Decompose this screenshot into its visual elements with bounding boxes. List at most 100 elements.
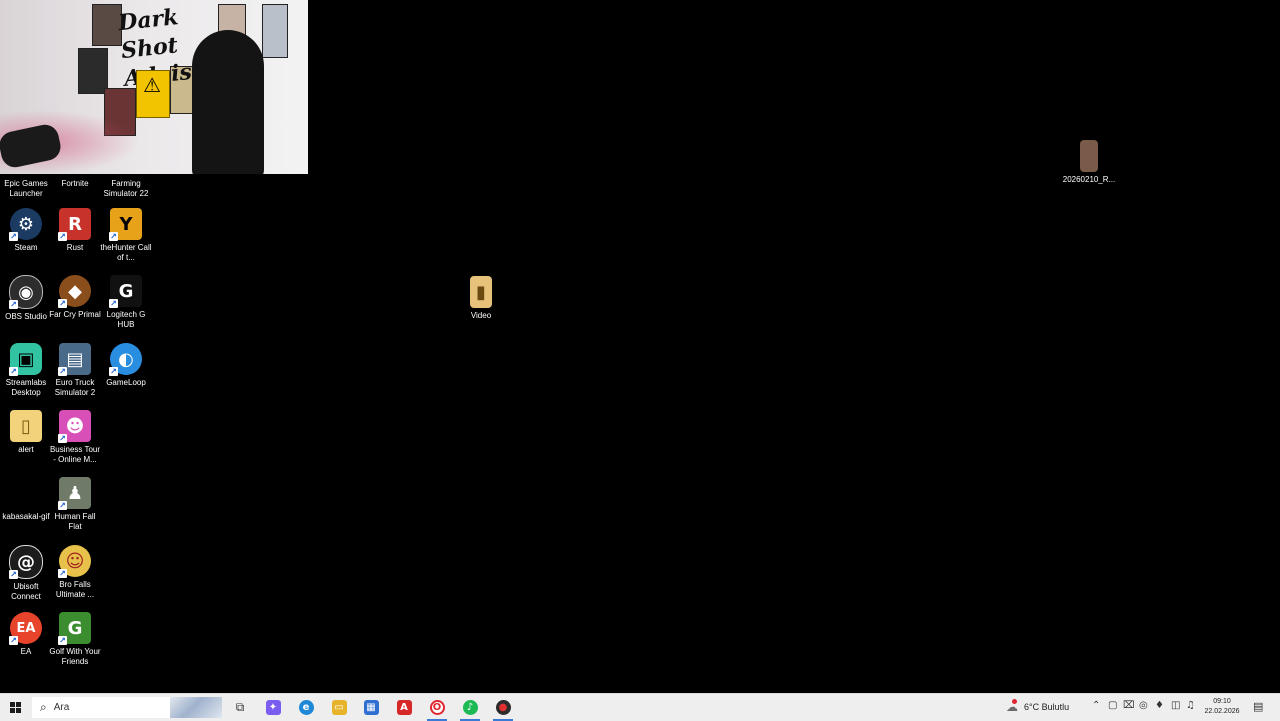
desktop-icon-label: 20260210_R... — [1062, 175, 1116, 184]
steam-icon: ⚙ ↗ — [9, 208, 42, 241]
start-button[interactable] — [4, 697, 26, 718]
desktop-icon-thehunter[interactable]: Y ↗ theHunter Call of t... — [100, 208, 152, 263]
windows-logo-icon — [9, 702, 21, 713]
desktop-icon-far-cry-primal[interactable]: ◆ ↗ Far Cry Primal — [49, 275, 101, 320]
desktop-icon-video-folder[interactable]: ▮ Video — [455, 276, 507, 321]
desktop-icon-obs-studio[interactable]: ◉ ↗ OBS Studio — [0, 275, 52, 322]
desktop-icon-label: Far Cry Primal — [49, 310, 101, 319]
desktop-icon-label: Streamlabs Desktop — [5, 378, 47, 397]
amd-software-button[interactable]: A — [392, 697, 416, 718]
search-highlight-image — [170, 697, 222, 718]
desktop-icon-ea[interactable]: EA ↗ EA — [0, 612, 52, 657]
desktop-icon-logitech-g-hub[interactable]: G ↗ Logitech G HUB — [100, 275, 152, 330]
network-icon[interactable]: ◎ — [1139, 700, 1148, 711]
store-icon: ▦ — [363, 700, 379, 715]
desktop-icon-label: Fortnite — [61, 179, 89, 188]
spotify-icon: ♪ — [462, 700, 478, 715]
rust-icon: R ↗ — [58, 208, 91, 241]
wall-poster — [262, 4, 288, 58]
microsoft-store-button[interactable]: ▦ — [359, 697, 383, 718]
desktop-icon-golf-with-your-friends[interactable]: G ↗ Golf With Your Friends — [49, 612, 101, 667]
desktop-icon-recording-file[interactable]: 20260210_R... — [1062, 140, 1116, 185]
opera-button[interactable]: O — [425, 697, 449, 721]
desktop-icon-farming-simulator[interactable]: Farming Simulator 22 — [100, 144, 152, 199]
desktop-icon-label: Ubisoft Connect — [11, 582, 41, 601]
bro-falls-icon: ☺ ↗ — [58, 545, 91, 578]
streamlabs-icon: ▣ ↗ — [9, 343, 42, 376]
desktop-icon-ubisoft-connect[interactable]: @ ↗ Ubisoft Connect — [0, 545, 52, 602]
desktop-icon-steam[interactable]: ⚙ ↗ Steam — [0, 208, 52, 253]
desktop-icon-human-fall-flat[interactable]: ♟ ↗ Human Fall Flat — [49, 477, 101, 532]
desktop-icon-label: OBS Studio — [5, 312, 47, 321]
edge-button[interactable]: e — [294, 697, 318, 718]
desktop-icon-label: Human Fall Flat — [54, 512, 96, 531]
desktop-icon-label: Rust — [66, 243, 84, 252]
ea-icon: EA ↗ — [9, 612, 42, 645]
desktop-icon-label: EA — [20, 647, 32, 656]
chevron-up-icon[interactable]: ⌃ — [1092, 700, 1100, 711]
desktop-icon-label: Golf With Your Friends — [49, 647, 101, 666]
microphone-icon[interactable]: ♦ — [1155, 700, 1164, 711]
copilot-icon: ✦ — [265, 700, 281, 715]
search-icon: ⌕ — [40, 700, 47, 714]
desktop-icon-label: Euro Truck Simulator 2 — [54, 378, 96, 397]
desktop-icon-rust[interactable]: R ↗ Rust — [49, 208, 101, 253]
clock-date: 22.02.2026 — [1204, 708, 1240, 715]
human-fall-flat-icon: ♟ ↗ — [58, 477, 91, 510]
bluetooth-off-icon[interactable]: ⌧ — [1123, 700, 1135, 711]
desktop-icon-kabasakal-gif[interactable]: kabasakal-gif — [0, 477, 52, 522]
gameloop-icon: ◐ ↗ — [109, 343, 142, 376]
volume-icon[interactable]: ♫ — [1186, 700, 1195, 711]
weather-temp: 6°C — [1024, 702, 1040, 712]
desktop-icon-label: Logitech G HUB — [106, 310, 146, 329]
folder-icon: ▮ — [470, 276, 492, 308]
golf-with-your-friends-icon: G ↗ — [58, 612, 91, 645]
desktop-icon-label: Epic Games Launcher — [4, 179, 48, 198]
desktop-icon-label: GameLoop — [106, 378, 146, 387]
copilot-button[interactable]: ✦ — [261, 697, 285, 718]
desktop-icon-label: Business Tour - Online M... — [49, 445, 101, 464]
display-icon[interactable]: ▢ — [1108, 700, 1117, 711]
desktop-icon-fortnite[interactable]: Fortnite — [49, 144, 101, 189]
desktop-icon-label: Farming Simulator 22 — [103, 179, 149, 198]
desktop-icon-label: theHunter Call of t... — [100, 243, 152, 262]
taskbar: ⌕ Ara ⧉ ✦ e ▭ ▦ A O ♪ ● ☁ 6°C Bulutlu ⌃ … — [0, 693, 1280, 721]
search-placeholder: Ara — [53, 702, 70, 713]
record-app-button[interactable]: ● — [491, 697, 515, 721]
desktop-icon-business-tour[interactable]: ☻ ↗ Business Tour - Online M... — [49, 410, 101, 465]
warning-sign — [136, 70, 170, 118]
weather-widget[interactable]: ☁ 6°C Bulutlu — [1006, 699, 1069, 714]
desktop: Dark Shot Adoist Epic Games Launcher For… — [0, 0, 1280, 693]
desktop-icon-streamlabs[interactable]: ▣ ↗ Streamlabs Desktop — [0, 343, 52, 398]
system-clock[interactable]: 09:10 22.02.2026 — [1196, 697, 1248, 717]
ubisoft-connect-icon: @ ↗ — [9, 545, 43, 579]
business-tour-icon: ☻ ↗ — [58, 410, 91, 443]
folder-icon: ▯ — [10, 410, 42, 442]
desktop-icon-euro-truck-simulator[interactable]: ▤ ↗ Euro Truck Simulator 2 — [49, 343, 101, 398]
file-explorer-button[interactable]: ▭ — [327, 697, 351, 718]
far-cry-primal-icon: ◆ ↗ — [58, 275, 91, 308]
logitech-g-hub-icon: G ↗ — [109, 275, 142, 308]
desktop-icon-epic-games[interactable]: Epic Games Launcher — [0, 144, 52, 199]
desktop-icon-label: kabasakal-gif — [2, 512, 50, 521]
wifi-icon[interactable]: ◫ — [1171, 700, 1180, 711]
notification-icon[interactable]: ▤ — [1253, 700, 1263, 713]
obs-studio-icon: ◉ ↗ — [9, 275, 43, 309]
spotify-button[interactable]: ♪ — [458, 697, 482, 721]
desktop-icon-label: Bro Falls Ultimate ... — [55, 580, 95, 599]
image-file-icon — [1080, 140, 1098, 172]
desktop-icon-bro-falls[interactable]: ☺ ↗ Bro Falls Ultimate ... — [49, 545, 101, 600]
folder-icon: ▭ — [331, 700, 347, 715]
euro-truck-simulator-icon: ▤ ↗ — [58, 343, 91, 376]
desktop-icon-alert[interactable]: ▯ alert — [0, 410, 52, 455]
desktop-icon-label: Video — [470, 311, 492, 320]
search-box[interactable]: ⌕ Ara — [32, 697, 222, 718]
clock-time: 09:10 — [1213, 698, 1231, 705]
task-view-icon: ⧉ — [235, 700, 245, 714]
cloud-icon: ☁ — [1006, 699, 1018, 714]
task-view-button[interactable]: ⧉ — [228, 697, 252, 718]
desktop-icon-gameloop[interactable]: ◐ ↗ GameLoop — [100, 343, 152, 388]
desktop-icon-label: alert — [18, 445, 34, 454]
amd-icon: A — [396, 700, 412, 715]
gaming-chair — [192, 30, 264, 174]
